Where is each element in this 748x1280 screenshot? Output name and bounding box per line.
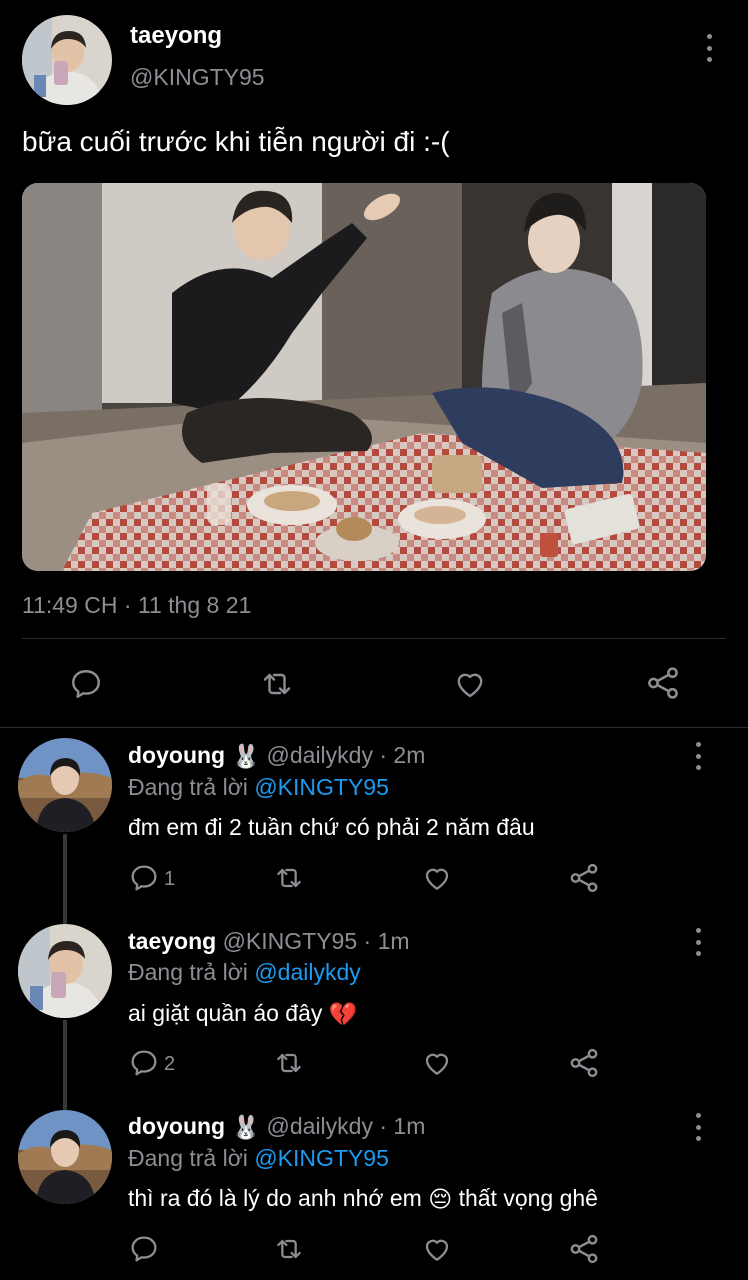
reply-avatar[interactable] <box>18 1110 112 1204</box>
reply-avatar[interactable] <box>18 924 112 1018</box>
reply-author-handle[interactable]: @dailykdy <box>267 1113 373 1139</box>
thread-line <box>63 1020 67 1110</box>
share-icon[interactable] <box>644 664 682 702</box>
tweet-timestamp: 11:49 CH · 11 thg 8 21 <box>22 592 252 618</box>
rabbit-emoji: 🐰 <box>231 743 261 770</box>
tweet-text: bữa cuối trước khi tiễn người đi :-( <box>22 126 450 157</box>
share-icon[interactable] <box>567 861 601 895</box>
pensive-face-emoji: 😔 <box>428 1186 453 1213</box>
like-icon[interactable] <box>452 666 488 702</box>
reply-text: ai giặt quần áo đây <box>128 1000 323 1026</box>
author-avatar[interactable] <box>22 15 112 105</box>
more-options-icon[interactable] <box>695 928 701 956</box>
retweet-icon[interactable] <box>272 1233 306 1265</box>
reply-author-handle[interactable]: @dailykdy <box>267 742 373 768</box>
broken-heart-emoji: 💔 <box>328 1001 358 1028</box>
replying-prefix: Đang trả lời <box>128 1145 248 1171</box>
reply-time: · 2m <box>379 742 426 768</box>
reply-icon[interactable] <box>68 666 104 702</box>
retweet-icon[interactable] <box>272 1047 306 1079</box>
divider <box>0 727 748 728</box>
thread-line <box>63 834 67 924</box>
reply-text: thì ra đó là lý do anh nhớ em <box>128 1185 422 1211</box>
author-name[interactable]: taeyong <box>130 22 222 50</box>
retweet-icon[interactable] <box>272 862 306 894</box>
reply-text: đm em đi 2 tuần chứ có phải 2 năm đâu <box>128 814 535 840</box>
share-icon[interactable] <box>567 1046 601 1080</box>
like-icon[interactable] <box>421 1233 453 1265</box>
reply-count: 1 <box>164 868 176 890</box>
divider <box>22 638 726 639</box>
like-icon[interactable] <box>421 862 453 894</box>
reply-author-name[interactable]: doyoung <box>128 742 225 768</box>
reply-text-continued: thất vọng ghê <box>458 1185 598 1211</box>
reply-author-name[interactable]: doyoung <box>128 1113 225 1139</box>
replying-to-mention[interactable]: @KINGTY95 <box>254 774 389 800</box>
more-options-icon[interactable] <box>706 34 712 62</box>
replying-prefix: Đang trả lời <box>128 774 248 800</box>
author-handle[interactable]: @KINGTY95 <box>130 64 265 91</box>
rabbit-emoji: 🐰 <box>231 1114 261 1141</box>
reply-time: · 1m <box>379 1113 426 1139</box>
more-options-icon[interactable] <box>695 742 701 770</box>
like-icon[interactable] <box>421 1047 453 1079</box>
tweet-photo[interactable] <box>22 183 706 571</box>
more-options-icon[interactable] <box>695 1113 701 1141</box>
replying-to-mention[interactable]: @dailykdy <box>254 959 360 985</box>
reply-icon[interactable] <box>128 862 160 894</box>
reply-time: · 1m <box>363 928 410 954</box>
reply-icon[interactable] <box>128 1233 160 1265</box>
tweet-thread-screen: taeyong @KINGTY95 bữa cuối trước khi tiễ… <box>0 0 748 1280</box>
replying-prefix: Đang trả lời <box>128 959 248 985</box>
reply-icon[interactable] <box>128 1047 160 1079</box>
share-icon[interactable] <box>567 1232 601 1266</box>
replying-to-mention[interactable]: @KINGTY95 <box>254 1145 389 1171</box>
reply-avatar[interactable] <box>18 738 112 832</box>
reply-author-handle[interactable]: @KINGTY95 <box>223 928 358 954</box>
reply-author-name[interactable]: taeyong <box>128 928 216 954</box>
retweet-icon[interactable] <box>258 666 296 702</box>
reply-count: 2 <box>164 1053 176 1075</box>
